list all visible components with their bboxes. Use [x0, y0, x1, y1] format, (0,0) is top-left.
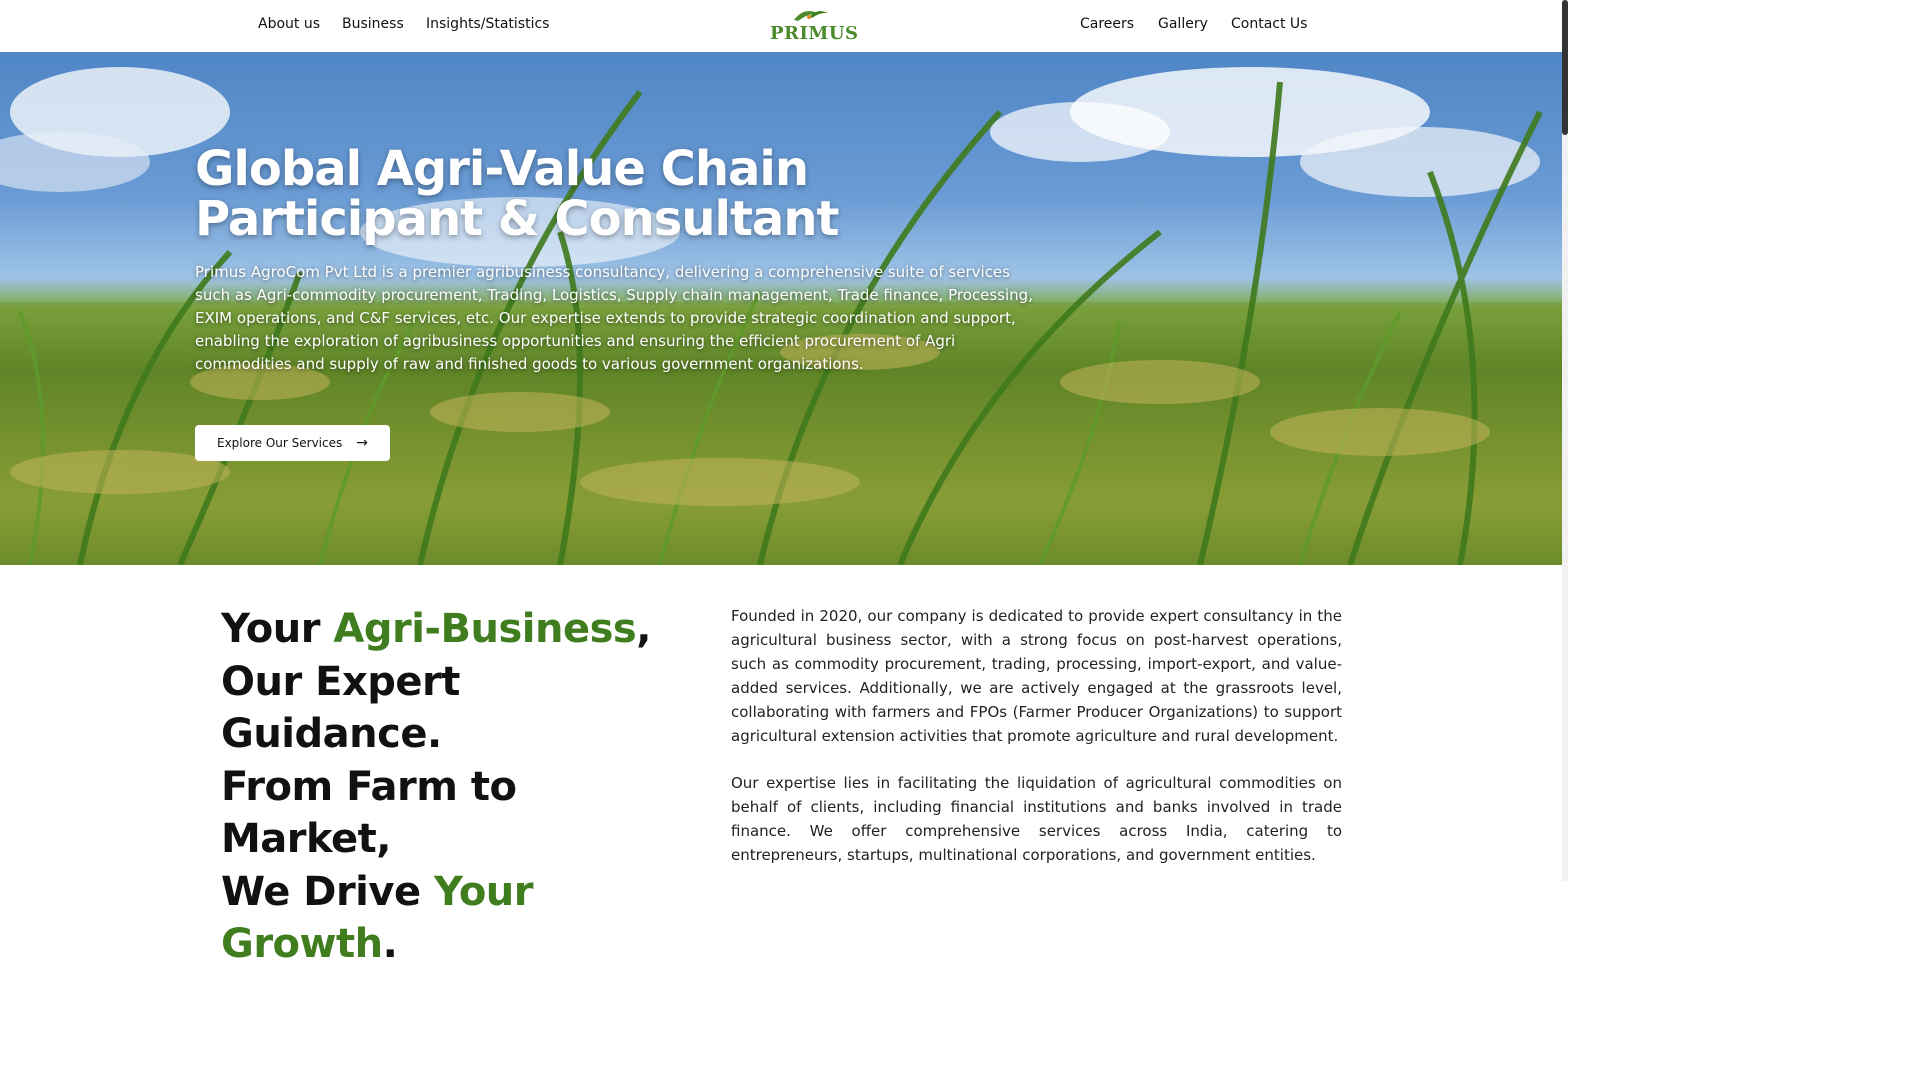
about-paragraph-1: Founded in 2020, our company is dedicate…	[731, 607, 1342, 745]
hero-title-line2: Participant & Consultant	[195, 191, 839, 247]
tagline-highlight: Agri-Business	[333, 606, 637, 652]
logo-wordmark: PRIMUS	[770, 23, 859, 44]
tagline-text: Your	[221, 606, 334, 652]
arrow-right-icon: →	[356, 435, 368, 451]
nav-careers[interactable]: Careers	[1080, 16, 1134, 32]
hero-title-line1: Global Agri-Value Chain	[195, 141, 809, 197]
leaf-logo-icon	[794, 11, 828, 21]
scrollbar-thumb[interactable]	[1562, 0, 1568, 135]
nav-gallery[interactable]: Gallery	[1158, 16, 1208, 32]
hero-banner: Global Agri-Value Chain Participant & Co…	[0, 52, 1562, 565]
nav-insights-statistics[interactable]: Insights/Statistics	[426, 16, 549, 32]
tagline-text: .	[382, 921, 398, 967]
about-paragraph-2: Our expertise lies in facilitating the l…	[731, 774, 1342, 864]
tagline-text: Our Expert Guidance.	[221, 658, 460, 758]
tagline-text: ,	[636, 606, 651, 652]
about-tagline: Your Agri-Business, Our Expert Guidance.…	[221, 603, 691, 971]
tagline-text: We Drive	[221, 868, 435, 915]
explore-services-label: Explore Our Services	[217, 436, 343, 450]
nav-contact-us[interactable]: Contact Us	[1231, 16, 1307, 32]
nav-business[interactable]: Business	[342, 16, 404, 32]
primus-logo[interactable]: PRIMUS	[770, 8, 859, 44]
page-scrollbar[interactable]	[1562, 0, 1568, 881]
hero-description: Primus AgroCom Pvt Ltd is a premier agri…	[195, 263, 1033, 373]
explore-services-button[interactable]: Explore Our Services →	[195, 425, 390, 461]
nav-about-us[interactable]: About us	[258, 16, 320, 32]
top-navbar: About us Business Insights/Statistics PR…	[0, 0, 1562, 52]
hero-title: Global Agri-Value Chain Participant & Co…	[195, 144, 895, 244]
tagline-text: From Farm to Market,	[221, 763, 517, 863]
